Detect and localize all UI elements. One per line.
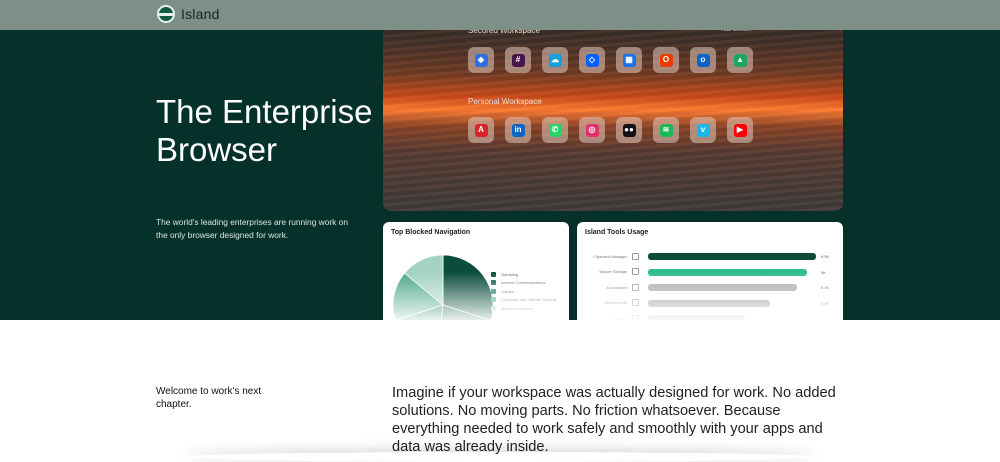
linkedin-icon: in xyxy=(511,123,525,137)
bar-label: Clipboard Manager xyxy=(592,253,627,259)
outlook-app-tile[interactable]: o xyxy=(690,47,716,73)
salesforce-app-tile[interactable]: ☁ xyxy=(542,47,568,73)
dropbox-app-tile[interactable]: ◇ xyxy=(579,47,605,73)
calendar-app-tile[interactable]: ▦ xyxy=(616,47,642,73)
salesforce-icon: ☁ xyxy=(548,53,562,67)
office-icon: O xyxy=(659,53,673,67)
top-navbar: Island xyxy=(0,0,1000,30)
spotify-app-tile[interactable]: ≋ xyxy=(653,117,679,143)
instagram-icon: ◎ xyxy=(585,123,599,137)
acrobat-icon: A xyxy=(474,123,488,137)
slack-app-tile[interactable]: # xyxy=(505,47,531,73)
workspace-preview: Secured Workspace + Add Section ◆ # ☁ ◇ ▦ Oo ▲… xyxy=(383,0,843,211)
calendar-icon: ▦ xyxy=(622,53,636,67)
instagram-app-tile[interactable]: ◎ xyxy=(579,117,605,143)
personal-workspace-label: Personal Workspace xyxy=(468,97,542,106)
brand-name: Island xyxy=(181,6,220,22)
vimeo-app-tile[interactable]: v xyxy=(690,117,716,143)
hero-subtext: The world's leading enterprises are runn… xyxy=(156,217,348,240)
spotify-icon: ≋ xyxy=(659,123,673,137)
outlook-icon: o xyxy=(696,53,710,67)
flickr-app-tile[interactable]: ●● xyxy=(616,117,642,143)
whatsapp-icon: ✆ xyxy=(548,123,562,137)
whatsapp-app-tile[interactable]: ✆ xyxy=(542,117,568,143)
intro-body: Imagine if your workspace was actually d… xyxy=(392,385,836,455)
dropbox-icon: ◇ xyxy=(585,53,599,67)
intro-label: Welcome to work's next chapter. xyxy=(156,386,262,410)
tools-usage-title: Island Tools Usage xyxy=(585,229,649,236)
tool-icon xyxy=(632,252,639,260)
personal-app-row: Ain ✆ ◎ ●● ≋ v ▶ xyxy=(468,117,753,143)
jira-icon: ◆ xyxy=(474,53,488,67)
youtube-app-tile[interactable]: ▶ xyxy=(727,117,753,143)
hero-headline: The Enterprise Browser xyxy=(156,93,373,168)
linkedin-app-tile[interactable]: in xyxy=(505,117,531,143)
flickr-icon: ●● xyxy=(622,123,636,137)
blocked-navigation-card: Top Blocked Navigation GamblingInternet … xyxy=(383,222,569,320)
office-app-tile[interactable]: O xyxy=(653,47,679,73)
vimeo-icon: v xyxy=(696,123,710,137)
google-drive-icon: ▲ xyxy=(733,53,747,67)
island-logo-icon xyxy=(157,5,175,23)
brand-logo[interactable]: Island xyxy=(157,5,220,23)
slack-icon: # xyxy=(511,53,525,67)
bar-value: 9.5K xyxy=(821,254,830,259)
tools-usage-card: Island Tools Usage Clipboard Manager 9.5K… xyxy=(577,222,843,320)
usage-bar xyxy=(648,253,817,260)
jira-app-tile[interactable]: ◆ xyxy=(468,47,494,73)
youtube-icon: ▶ xyxy=(733,123,747,137)
acrobat-app-tile[interactable]: A xyxy=(468,117,494,143)
bar-row: Clipboard Manager 9.5K xyxy=(585,251,835,261)
google-drive-app-tile[interactable]: ▲ xyxy=(727,47,753,73)
hero-section: The Enterprise Browser The world's leadi… xyxy=(0,0,1000,320)
secured-app-row: ◆ # ☁ ◇ ▦ Oo ▲ xyxy=(468,47,753,73)
